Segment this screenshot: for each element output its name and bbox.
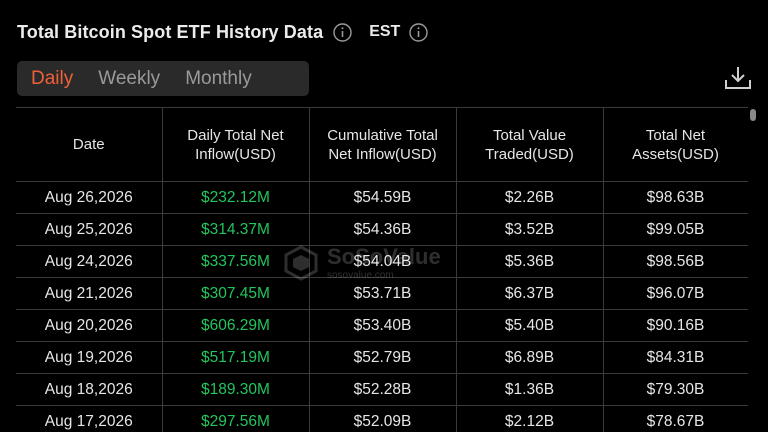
table-row: Aug 24,2026 $337.56M $54.04B $5.36B $98.… — [16, 245, 748, 278]
value-traded-cell: $3.52B — [455, 213, 604, 246]
daily-inflow-cell: $314.37M — [161, 213, 310, 246]
column-header-daily-inflow[interactable]: Daily Total Net Inflow(USD) — [161, 107, 310, 182]
info-icon[interactable] — [333, 22, 352, 42]
daily-inflow-cell: $232.12M — [161, 181, 310, 214]
tab-monthly[interactable]: Monthly — [185, 68, 252, 90]
net-assets-cell: $78.67B — [602, 405, 748, 432]
net-assets-cell: $98.63B — [602, 181, 748, 214]
cumulative-inflow-cell: $52.79B — [308, 341, 457, 374]
value-traded-cell: $6.89B — [455, 341, 604, 374]
table-scrollbar[interactable] — [750, 107, 756, 432]
timezone-label: EST — [369, 23, 401, 40]
tab-weekly[interactable]: Weekly — [98, 68, 160, 90]
header: Total Bitcoin Spot ETF History Data EST — [17, 20, 429, 44]
download-icon[interactable] — [723, 65, 753, 91]
period-tabs: Daily Weekly Monthly — [17, 61, 309, 96]
column-header-date[interactable]: Date — [16, 107, 163, 182]
cumulative-inflow-cell: $54.59B — [308, 181, 457, 214]
date-cell: Aug 17,2026 — [16, 405, 163, 432]
net-assets-cell: $96.07B — [602, 277, 748, 310]
daily-inflow-cell: $189.30M — [161, 373, 310, 406]
column-header-value-traded[interactable]: Total Value Traded(USD) — [455, 107, 604, 182]
value-traded-cell: $5.36B — [455, 245, 604, 278]
table-row: Aug 25,2026 $314.37M $54.36B $3.52B $99.… — [16, 213, 748, 246]
net-assets-cell: $98.56B — [602, 245, 748, 278]
net-assets-cell: $79.30B — [602, 373, 748, 406]
table-row: Aug 19,2026 $517.19M $52.79B $6.89B $84.… — [16, 341, 748, 374]
page-title: Total Bitcoin Spot ETF History Data — [17, 21, 324, 42]
value-traded-cell: $1.36B — [455, 373, 604, 406]
table-row: Aug 17,2026 $297.56M $52.09B $2.12B $78.… — [16, 405, 748, 432]
etf-history-table: Date Daily Total Net Inflow(USD) Cumulat… — [16, 107, 748, 432]
date-cell: Aug 24,2026 — [16, 245, 163, 278]
table-header-row: Date Daily Total Net Inflow(USD) Cumulat… — [16, 107, 748, 182]
date-cell: Aug 26,2026 — [16, 181, 163, 214]
tab-daily[interactable]: Daily — [31, 68, 73, 90]
value-traded-cell: $6.37B — [455, 277, 604, 310]
timezone-info-icon[interactable] — [409, 22, 429, 42]
value-traded-cell: $5.40B — [455, 309, 604, 342]
value-traded-cell: $2.26B — [455, 181, 604, 214]
cumulative-inflow-cell: $53.71B — [308, 277, 457, 310]
daily-inflow-cell: $517.19M — [161, 341, 310, 374]
cumulative-inflow-cell: $54.36B — [308, 213, 457, 246]
table-row: Aug 21,2026 $307.45M $53.71B $6.37B $96.… — [16, 277, 748, 310]
daily-inflow-cell: $337.56M — [161, 245, 310, 278]
table-row: Aug 26,2026 $232.12M $54.59B $2.26B $98.… — [16, 181, 748, 214]
cumulative-inflow-cell: $54.04B — [308, 245, 457, 278]
net-assets-cell: $90.16B — [602, 309, 748, 342]
daily-inflow-cell: $606.29M — [161, 309, 310, 342]
etf-history-table-container: Date Daily Total Net Inflow(USD) Cumulat… — [16, 107, 748, 432]
column-header-net-assets[interactable]: Total Net Assets(USD) — [602, 107, 748, 182]
table-row: Aug 20,2026 $606.29M $53.40B $5.40B $90.… — [16, 309, 748, 342]
date-cell: Aug 21,2026 — [16, 277, 163, 310]
cumulative-inflow-cell: $52.28B — [308, 373, 457, 406]
date-cell: Aug 18,2026 — [16, 373, 163, 406]
net-assets-cell: $84.31B — [602, 341, 748, 374]
daily-inflow-cell: $297.56M — [161, 405, 310, 432]
value-traded-cell: $2.12B — [455, 405, 604, 432]
date-cell: Aug 20,2026 — [16, 309, 163, 342]
table-row: Aug 18,2026 $189.30M $52.28B $1.36B $79.… — [16, 373, 748, 406]
daily-inflow-cell: $307.45M — [161, 277, 310, 310]
scrollbar-thumb[interactable] — [750, 109, 756, 121]
etf-history-panel: Total Bitcoin Spot ETF History Data EST … — [0, 0, 768, 432]
date-cell: Aug 25,2026 — [16, 213, 163, 246]
cumulative-inflow-cell: $52.09B — [308, 405, 457, 432]
column-header-cumulative-inflow[interactable]: Cumulative Total Net Inflow(USD) — [308, 107, 457, 182]
cumulative-inflow-cell: $53.40B — [308, 309, 457, 342]
net-assets-cell: $99.05B — [602, 213, 748, 246]
date-cell: Aug 19,2026 — [16, 341, 163, 374]
